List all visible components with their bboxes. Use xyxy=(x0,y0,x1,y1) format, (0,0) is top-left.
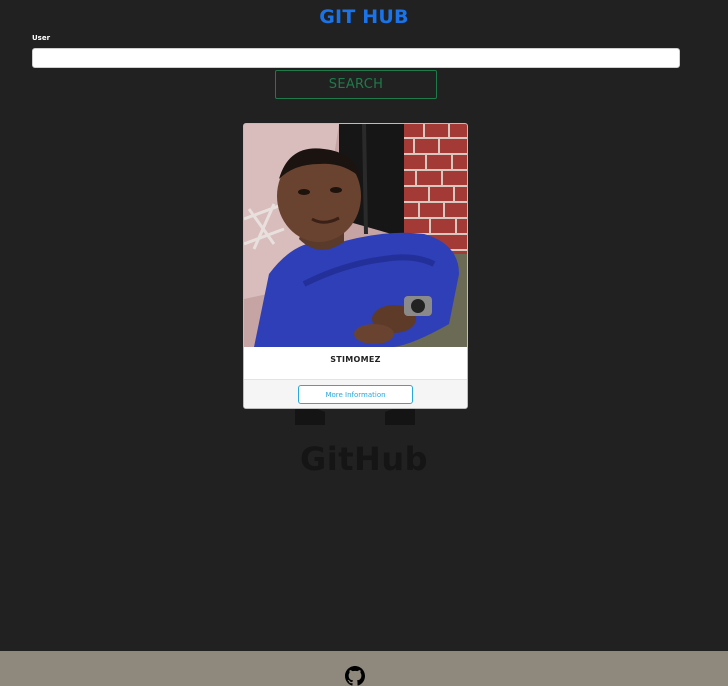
profile-card: STIMOMEZ More Information xyxy=(243,123,468,409)
more-information-button[interactable]: More Information xyxy=(298,385,413,404)
profile-card-footer: More Information xyxy=(244,379,467,408)
avatar xyxy=(244,124,467,347)
github-wordmark: GitHub xyxy=(300,440,428,478)
user-search-input[interactable] xyxy=(32,48,680,68)
page-title: GIT HUB xyxy=(319,6,409,28)
github-icon[interactable] xyxy=(345,666,365,686)
profile-username: STIMOMEZ xyxy=(330,355,381,364)
page-footer xyxy=(0,651,728,686)
user-label: User xyxy=(32,34,51,42)
search-button[interactable]: SEARCH xyxy=(275,70,437,99)
